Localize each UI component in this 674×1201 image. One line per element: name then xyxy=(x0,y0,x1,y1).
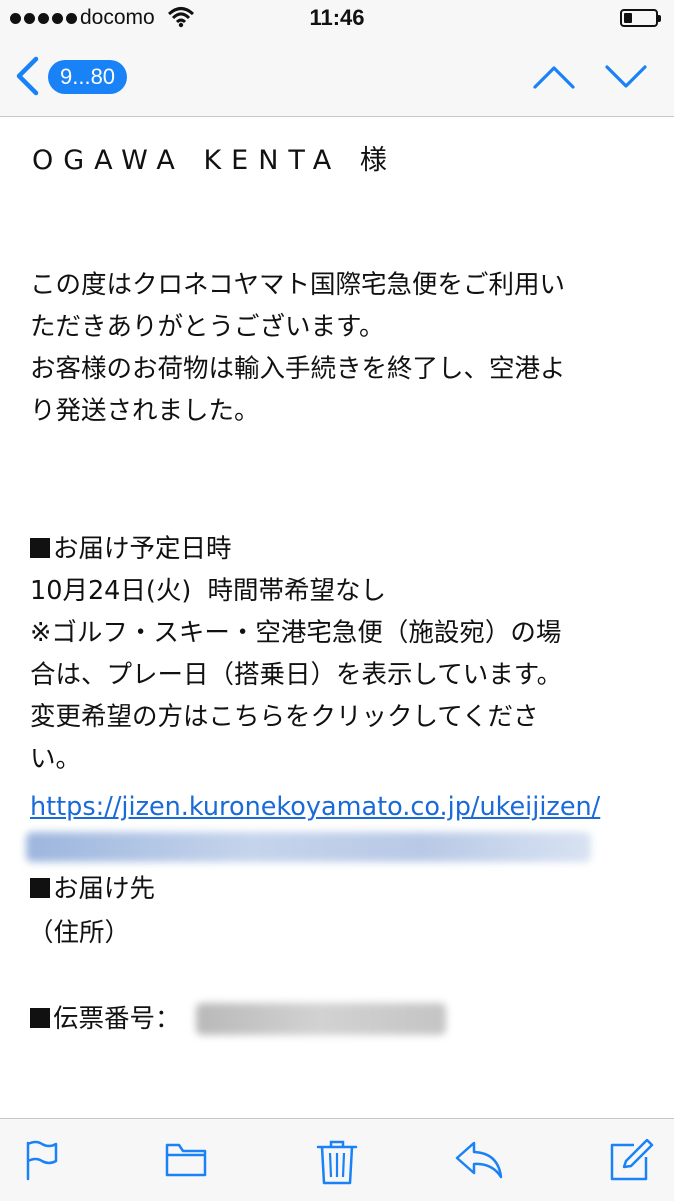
delivery-note: 合は、プレー日（搭乗日）を表示しています。 xyxy=(30,660,563,690)
compose-icon[interactable] xyxy=(608,1139,654,1183)
intro-line: り発送されました。 xyxy=(30,396,260,426)
delivery-section: お届け予定日時 10月24日(火) 時間帯希望なし ※ゴルフ・スキー・空港宅急便… xyxy=(30,528,645,780)
trash-icon[interactable] xyxy=(316,1139,358,1185)
delivery-note: ※ゴルフ・スキー・空港宅急便（施設宛）の場 xyxy=(30,618,562,648)
intro-paragraph: この度はクロネコヤマト国際宅急便をご利用い ただきありがとうございます。 お客様… xyxy=(30,264,645,432)
chevron-down-icon[interactable] xyxy=(604,62,648,92)
flag-icon[interactable] xyxy=(24,1139,60,1181)
bullet-square-icon xyxy=(30,538,50,558)
delivery-note: 変更希望の方はこちらをクリックしてくださ xyxy=(30,702,539,732)
clock: 11:46 xyxy=(309,5,365,30)
intro-line: この度はクロネコヤマト国際宅急便をご利用い xyxy=(30,270,565,300)
delivery-heading: お届け予定日時 xyxy=(30,528,645,570)
nav-bar: 9...80 xyxy=(0,40,674,117)
reply-icon[interactable] xyxy=(454,1139,504,1181)
intro-line: お客様のお荷物は輸入手続きを終了し、空港よ xyxy=(30,354,566,384)
chevron-left-icon[interactable] xyxy=(12,56,42,96)
intro-line: ただきありがとうございます。 xyxy=(30,312,385,342)
bottom-toolbar xyxy=(0,1118,674,1201)
delivery-date: 10月24日(火) 時間帯希望なし xyxy=(30,576,387,606)
address-text: （住所） xyxy=(28,918,131,948)
recipient-name: OGAWA KENTA 様 xyxy=(32,145,397,176)
status-bar: docomo 11:46 xyxy=(0,0,674,40)
bullet-square-icon xyxy=(30,1008,50,1028)
delivery-note: い。 xyxy=(30,744,82,774)
redacted-slip-number xyxy=(196,1003,446,1035)
folder-icon[interactable] xyxy=(164,1139,208,1179)
reschedule-link[interactable]: https://jizen.kuronekoyamato.co.jp/ukeij… xyxy=(30,786,600,828)
chevron-up-icon[interactable] xyxy=(532,62,576,92)
mailbox-count-button[interactable]: 9...80 xyxy=(48,60,128,94)
redacted-link-continuation xyxy=(26,832,591,862)
battery-icon xyxy=(620,9,661,27)
destination-section: お届け先 xyxy=(30,868,645,910)
destination-heading: お届け先 xyxy=(30,868,645,910)
bullet-square-icon xyxy=(30,878,50,898)
